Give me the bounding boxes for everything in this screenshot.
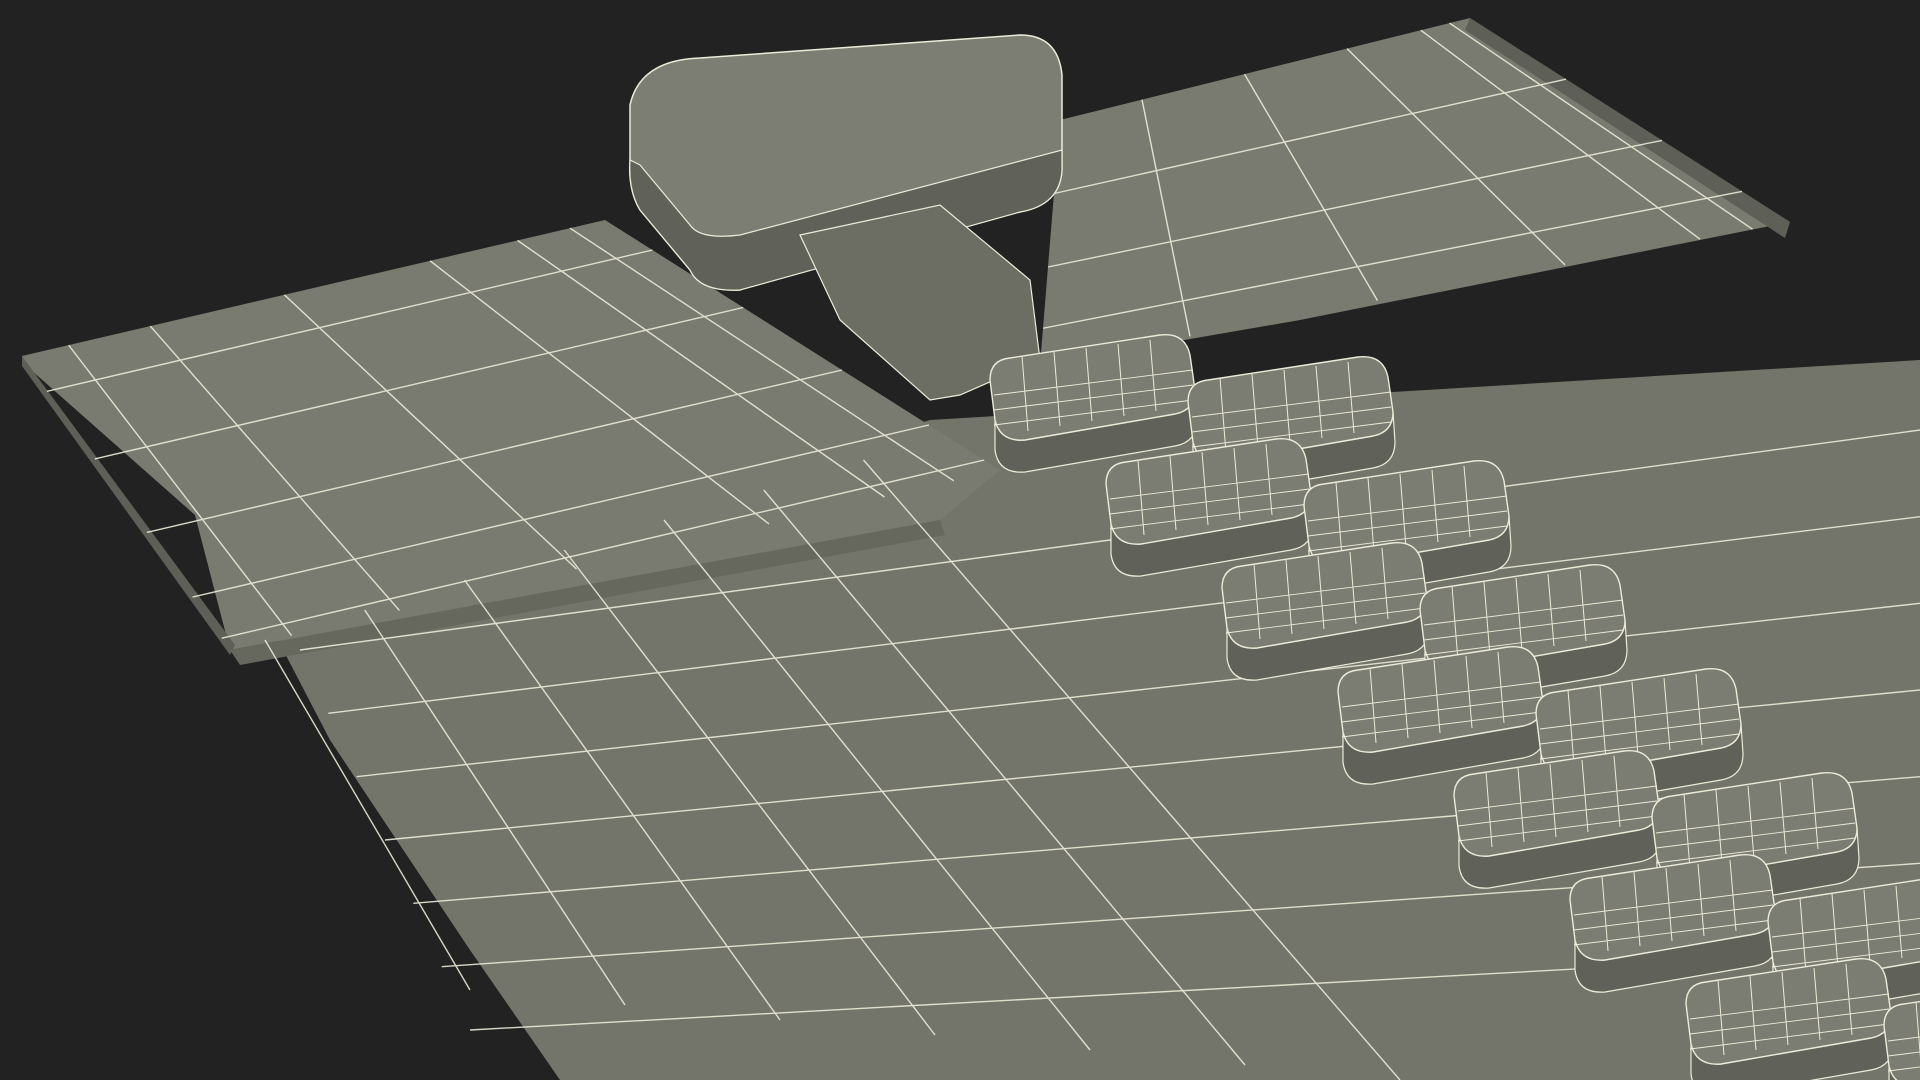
zipper-scene bbox=[0, 0, 1920, 1080]
render-viewport bbox=[0, 0, 1920, 1080]
